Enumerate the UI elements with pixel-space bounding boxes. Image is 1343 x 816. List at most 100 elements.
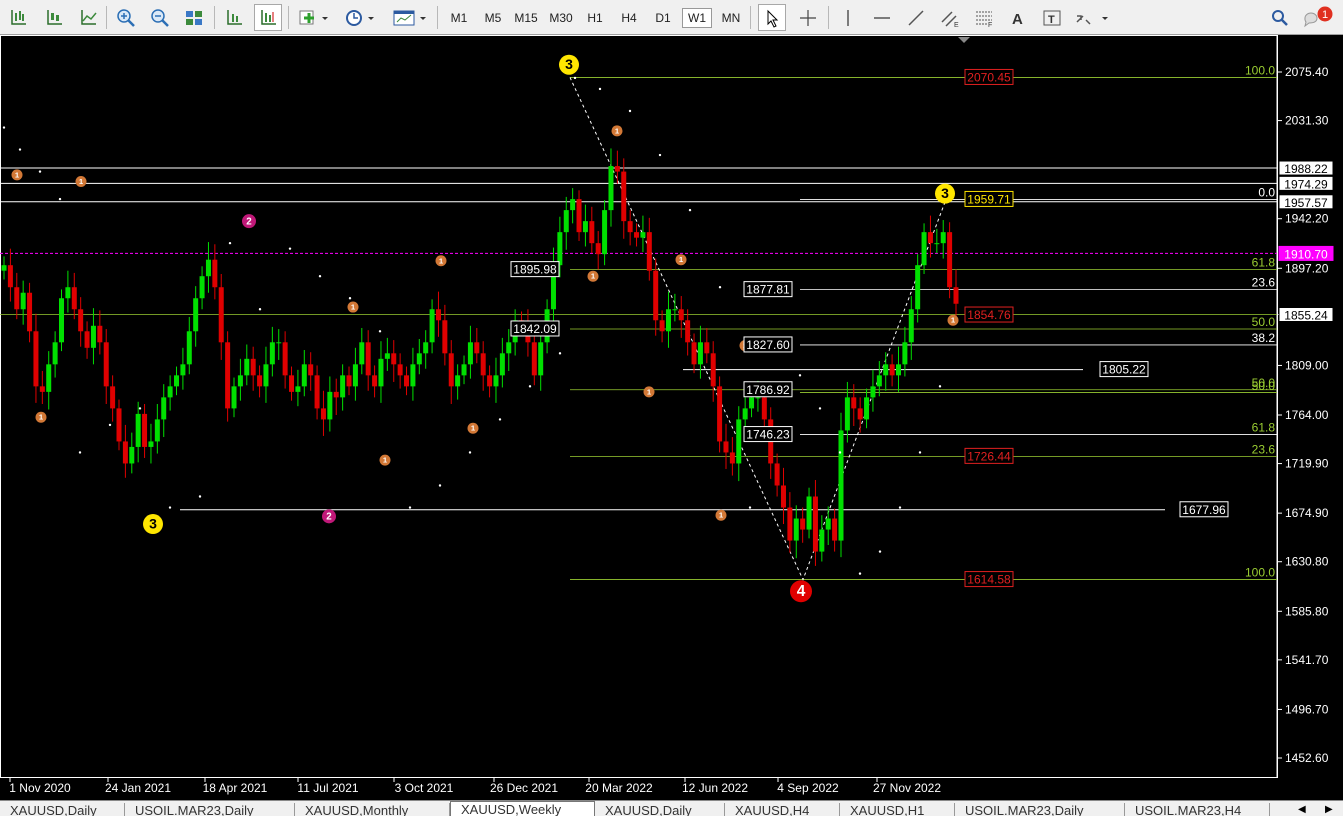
y-tick-label: 1452.60: [1285, 751, 1329, 765]
search-icon[interactable]: [1266, 4, 1294, 31]
fibonacci-retracement-icon[interactable]: F: [970, 4, 998, 31]
tabs-scroll-right-icon[interactable]: ▶: [1325, 804, 1333, 815]
candle-body: [46, 364, 52, 392]
candle-body: [876, 375, 882, 387]
candle-body: [180, 364, 186, 376]
periods-clock-icon[interactable]: [342, 4, 378, 31]
psar-dot: [878, 550, 882, 553]
wave-marker-label: 1: [471, 424, 476, 433]
psar-dot: [748, 506, 752, 509]
candle-body: [116, 408, 122, 442]
candle-body: [276, 342, 282, 344]
candle-body: [314, 375, 320, 409]
zoom-out-icon[interactable]: [146, 4, 174, 31]
psar-dot: [138, 407, 142, 410]
notifications-icon[interactable]: 1: [1300, 4, 1336, 31]
cursor-icon[interactable]: [758, 4, 786, 31]
candle-body: [359, 342, 365, 365]
y-tick-label: 2031.30: [1285, 114, 1329, 128]
chart-tab[interactable]: XAUUSD,Weekly: [450, 801, 595, 816]
chart-tab[interactable]: XAUUSD,H4: [725, 803, 840, 816]
candle-body: [474, 342, 480, 354]
zoom-in-icon[interactable]: [112, 4, 140, 31]
candle-body: [372, 375, 378, 387]
candle-body: [717, 386, 723, 442]
tabs-scroll-left-icon[interactable]: ◀: [1298, 804, 1306, 815]
equidistant-channel-icon[interactable]: E: [936, 4, 964, 31]
psar-dot: [898, 506, 902, 509]
line-chart-icon[interactable]: [74, 4, 102, 31]
candle-body: [602, 210, 608, 255]
candle-body: [39, 386, 45, 392]
tile-windows-icon[interactable]: [180, 4, 208, 31]
candle-body: [442, 320, 448, 354]
trendline-icon[interactable]: [902, 4, 930, 31]
timeframe-m30[interactable]: M30: [546, 8, 576, 28]
svg-text:E: E: [954, 22, 959, 28]
candle-body: [65, 287, 71, 299]
candle-body: [71, 287, 77, 310]
chart-tab[interactable]: USOIL.MAR23,Daily: [125, 803, 295, 816]
candle-body: [20, 292, 26, 310]
candle-body: [225, 342, 231, 409]
candle-body: [212, 259, 218, 288]
horizontal-line-icon[interactable]: [868, 4, 896, 31]
candle-body: [787, 507, 793, 541]
candle-body: [697, 342, 703, 365]
templates-icon[interactable]: [390, 4, 430, 31]
candle-body: [193, 298, 199, 332]
wave-marker-label: 1: [39, 413, 44, 422]
candle-body: [174, 375, 180, 387]
candle-body: [614, 166, 620, 172]
timeframe-m1[interactable]: M1: [444, 8, 474, 28]
candle-body: [685, 320, 691, 343]
chart-tabs-bar: XAUUSD,Daily USOIL.MAR23,Daily XAUUSD,Mont…: [0, 800, 1343, 816]
timeframe-m5[interactable]: M5: [478, 8, 508, 28]
fib-level-label: 61.8: [1252, 256, 1276, 270]
bar-chart-icon[interactable]: [4, 4, 32, 31]
timeframe-m15[interactable]: M15: [511, 8, 541, 28]
candle-body: [934, 243, 940, 245]
x-tick-label: 4 Sep 2022: [777, 781, 839, 795]
candle-body: [480, 353, 486, 376]
text-label-icon[interactable]: T: [1038, 4, 1066, 31]
candle-body: [570, 199, 576, 211]
price-label: 2070.45: [967, 70, 1011, 84]
candle-body: [448, 353, 454, 387]
chart-tab[interactable]: USOIL.MAR23,H4: [1125, 803, 1270, 816]
vertical-line-icon[interactable]: [834, 4, 862, 31]
chart-area[interactable]: 2075.40 2031.30 1942.20 1897.20 1855.24 1809.…: [0, 35, 1343, 800]
candle-body: [346, 375, 352, 387]
psar-dot: [858, 572, 862, 575]
text-tool-icon[interactable]: A: [1004, 4, 1032, 31]
chart-tab[interactable]: XAUUSD,Monthly: [295, 803, 450, 816]
chart-tab[interactable]: XAUUSD,H1: [840, 803, 955, 816]
candle-body: [780, 485, 786, 508]
candle-body: [135, 413, 141, 447]
candle-body: [710, 353, 716, 387]
timeframe-w1[interactable]: W1: [682, 8, 712, 28]
chart-shift-icon[interactable]: [220, 4, 248, 31]
timeframe-h4[interactable]: H4: [614, 8, 644, 28]
candlestick-chart-icon[interactable]: [40, 4, 68, 31]
candle-body: [832, 518, 838, 541]
candle-body: [895, 364, 901, 376]
chart-tab[interactable]: XAUUSD,Daily: [595, 803, 725, 816]
indicators-icon[interactable]: [296, 4, 332, 31]
chart-tab[interactable]: XAUUSD,Daily: [0, 803, 125, 816]
wave-marker-label: 1: [719, 511, 724, 520]
candle-body: [186, 331, 192, 365]
x-tick-label: 24 Jan 2021: [105, 781, 171, 795]
autoscroll-icon[interactable]: [254, 4, 282, 31]
chart-tab[interactable]: USOIL.MAR23,Daily: [955, 803, 1125, 816]
psar-dot: [58, 197, 62, 201]
wave-marker-label: 1: [647, 387, 652, 396]
arrows-menu-icon[interactable]: [1072, 4, 1112, 31]
timeframe-h1[interactable]: H1: [580, 8, 610, 28]
crosshair-icon[interactable]: [794, 4, 822, 31]
timeframe-d1[interactable]: D1: [648, 8, 678, 28]
timeframe-mn[interactable]: MN: [716, 8, 746, 28]
candle-body: [851, 397, 857, 409]
candle-body: [589, 221, 595, 244]
wave-marker-label: 1: [351, 303, 356, 312]
